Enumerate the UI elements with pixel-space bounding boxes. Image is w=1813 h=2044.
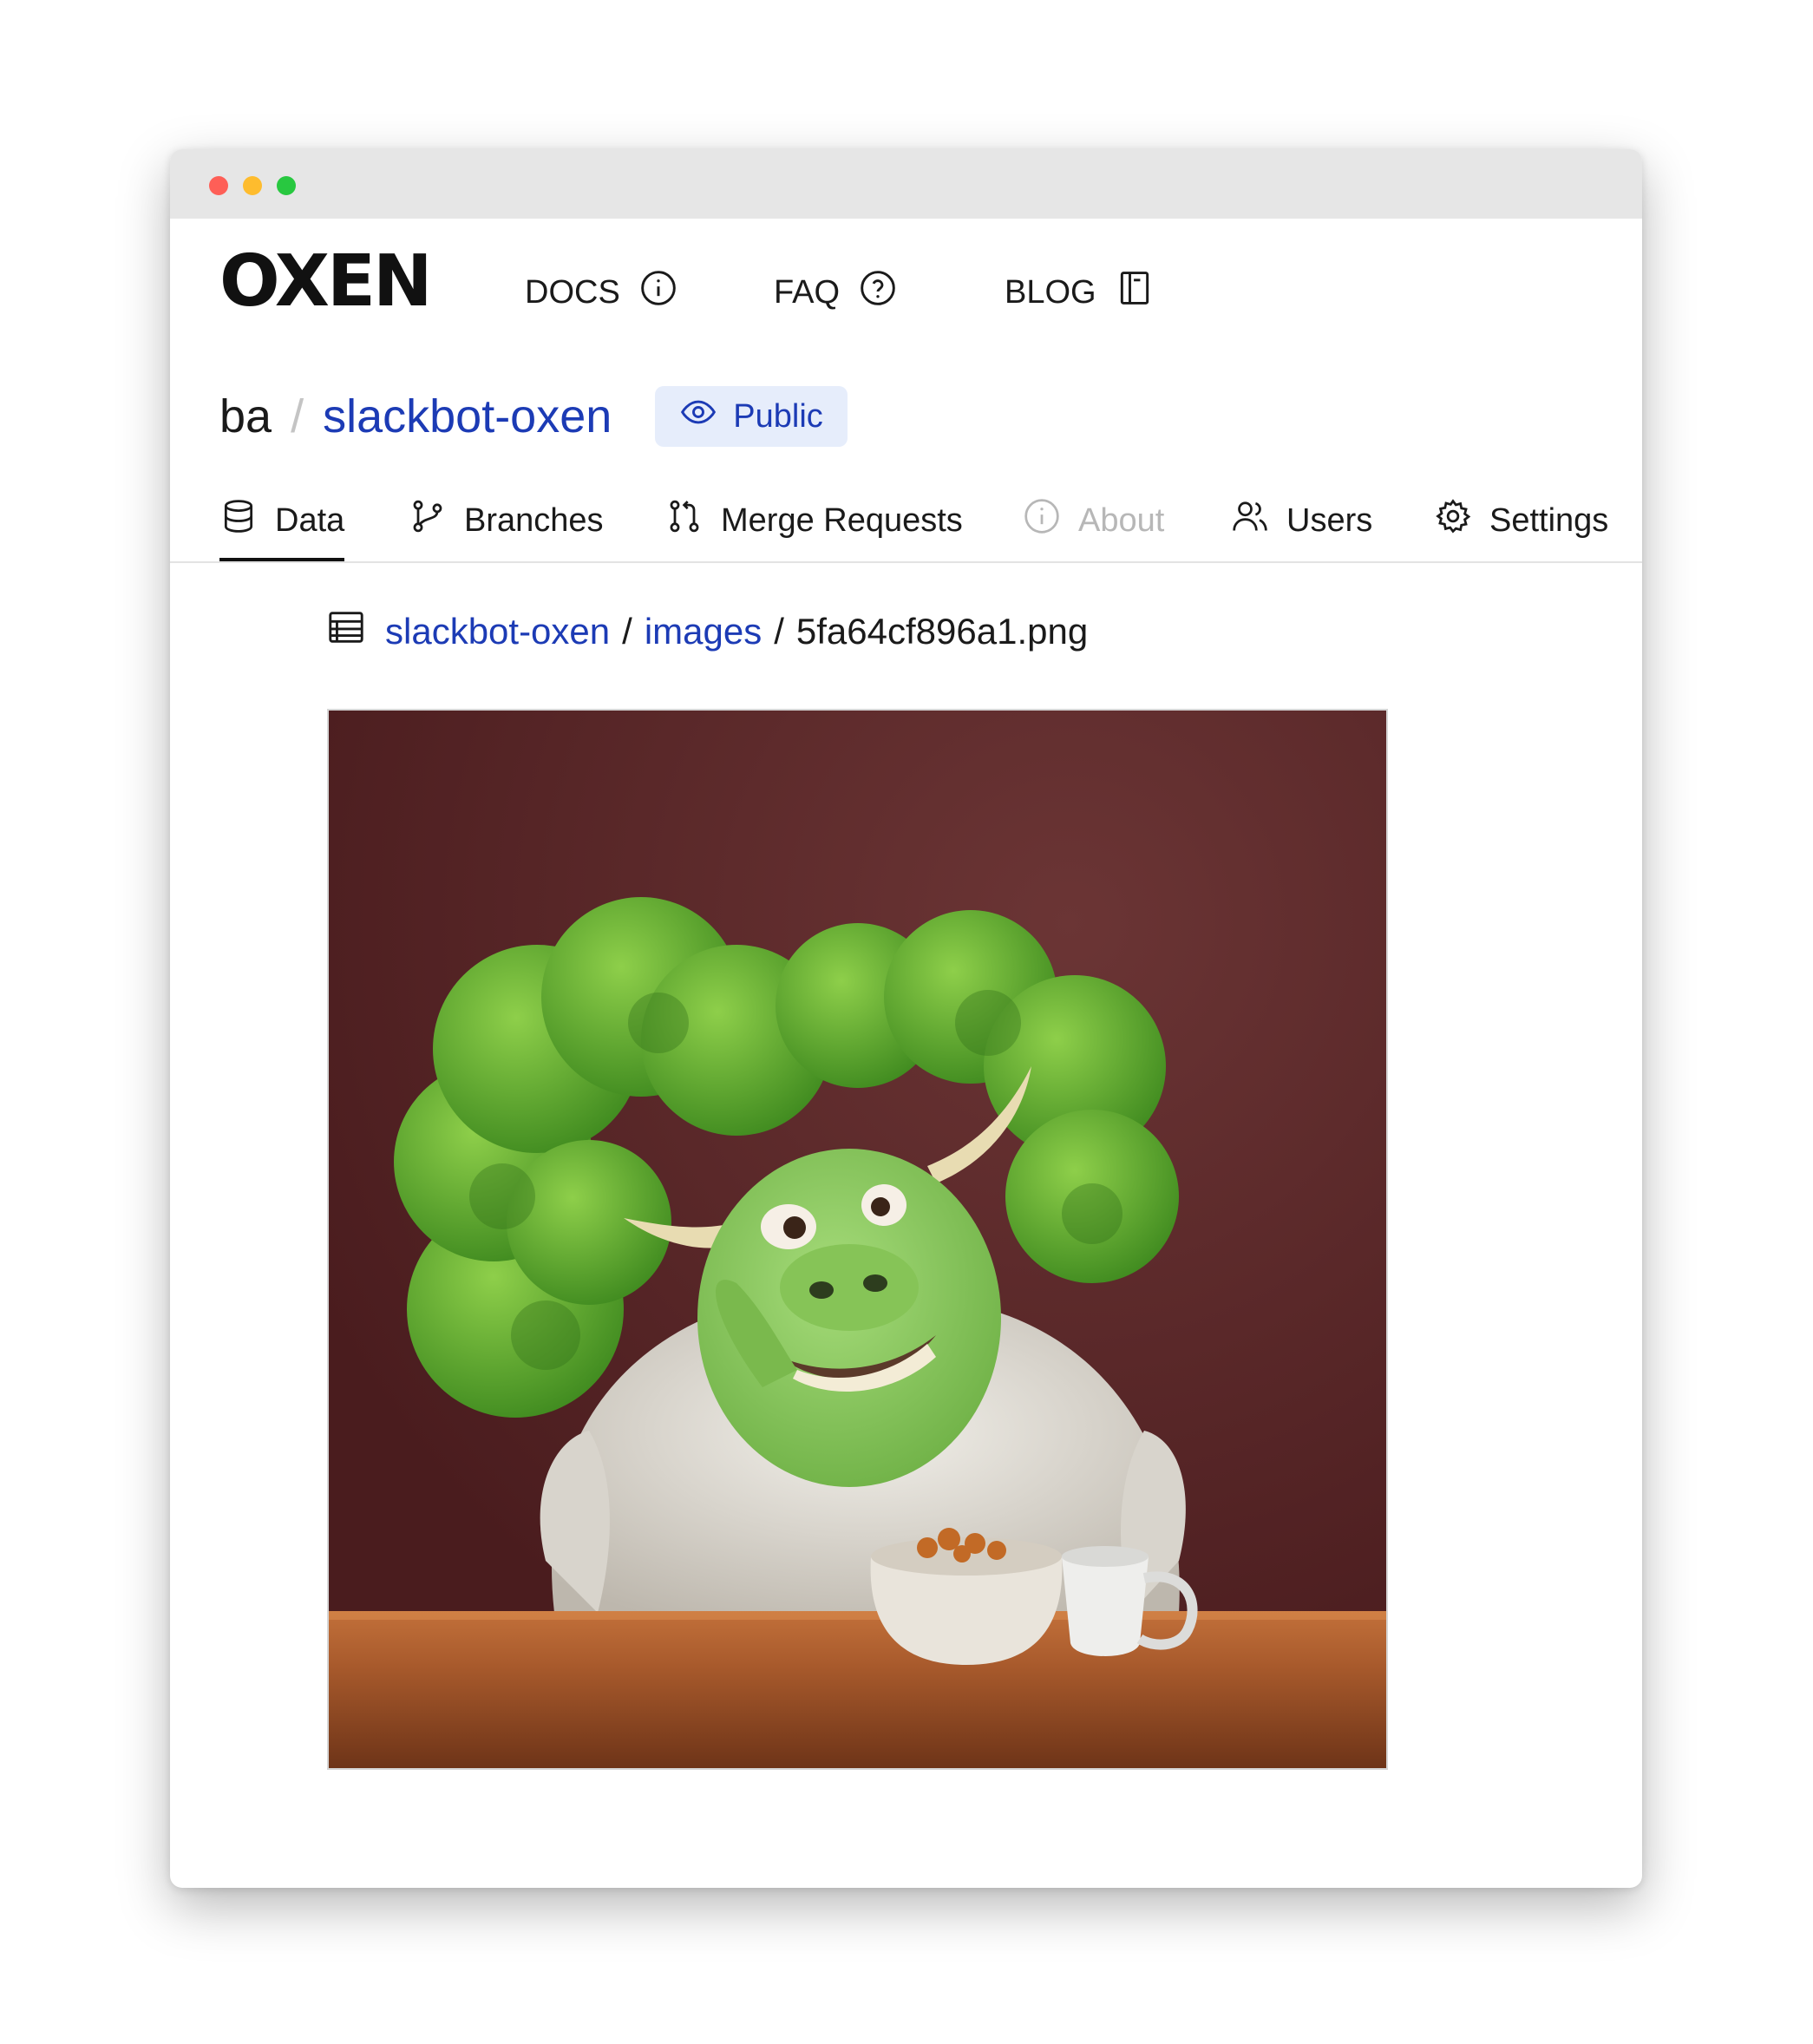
eye-icon	[679, 393, 717, 440]
repo-name-link[interactable]: slackbot-oxen	[323, 390, 612, 443]
repo-owner[interactable]: ba	[219, 390, 272, 443]
tab-branches-label: Branches	[464, 501, 604, 539]
nav-faq-label: FAQ	[774, 273, 841, 311]
gear-icon	[1434, 497, 1472, 544]
maximize-window-button[interactable]	[277, 176, 296, 195]
table-icon	[326, 607, 373, 656]
info-circle-icon	[1023, 497, 1061, 544]
top-navigation: OXEN DOCS FAQ BLOG	[170, 219, 1642, 375]
repo-tabs: Data Branches Merge Requests About Users…	[170, 483, 1642, 563]
broccoli-ox-illustration	[329, 711, 1386, 1768]
tab-branches[interactable]: Branches	[409, 483, 604, 558]
breadcrumb-current-file: 5fa64cf896a1.png	[795, 611, 1089, 652]
tab-users-label: Users	[1286, 501, 1373, 539]
nav-docs-link[interactable]: DOCS	[525, 269, 677, 316]
breadcrumb-separator: /	[774, 611, 784, 652]
tab-about: About	[1023, 483, 1164, 558]
breadcrumb-separator: /	[622, 611, 632, 652]
close-window-button[interactable]	[209, 176, 228, 195]
visibility-badge: Public	[655, 386, 848, 447]
tab-data-label: Data	[275, 501, 345, 539]
merge-request-icon	[665, 497, 704, 544]
tab-merge-requests[interactable]: Merge Requests	[665, 483, 963, 558]
tab-data[interactable]: Data	[219, 483, 345, 561]
nav-blog-link[interactable]: BLOG	[1005, 269, 1154, 316]
repo-path-separator: /	[291, 390, 304, 442]
file-breadcrumb: slackbot-oxen / images / 5fa64cf896a1.pn…	[326, 607, 1088, 656]
tab-settings-label: Settings	[1489, 501, 1609, 539]
repo-header: ba / slackbot-oxen Public	[219, 385, 848, 448]
image-preview	[327, 709, 1388, 1770]
minimize-window-button[interactable]	[243, 176, 262, 195]
users-icon	[1231, 497, 1269, 544]
breadcrumb-folder-link[interactable]: images	[645, 611, 762, 652]
tab-settings[interactable]: Settings	[1434, 483, 1608, 558]
book-icon	[1116, 269, 1154, 316]
info-circle-icon	[639, 269, 677, 316]
nav-faq-link[interactable]: FAQ	[774, 269, 897, 316]
branch-icon	[409, 497, 447, 544]
oxen-logo[interactable]: OXEN	[219, 246, 433, 318]
tab-merge-requests-label: Merge Requests	[721, 501, 963, 539]
tab-about-label: About	[1078, 501, 1165, 539]
browser-window: OXEN DOCS FAQ BLOG ba / slackbot-oxen Pu…	[170, 149, 1642, 1888]
nav-docs-label: DOCS	[525, 273, 620, 311]
nav-blog-label: BLOG	[1005, 273, 1096, 311]
breadcrumb-repo-link[interactable]: slackbot-oxen	[385, 611, 610, 652]
window-titlebar	[170, 149, 1642, 219]
database-icon	[219, 497, 258, 544]
visibility-label: Public	[733, 397, 823, 435]
tab-users[interactable]: Users	[1231, 483, 1372, 558]
question-circle-icon	[859, 269, 897, 316]
